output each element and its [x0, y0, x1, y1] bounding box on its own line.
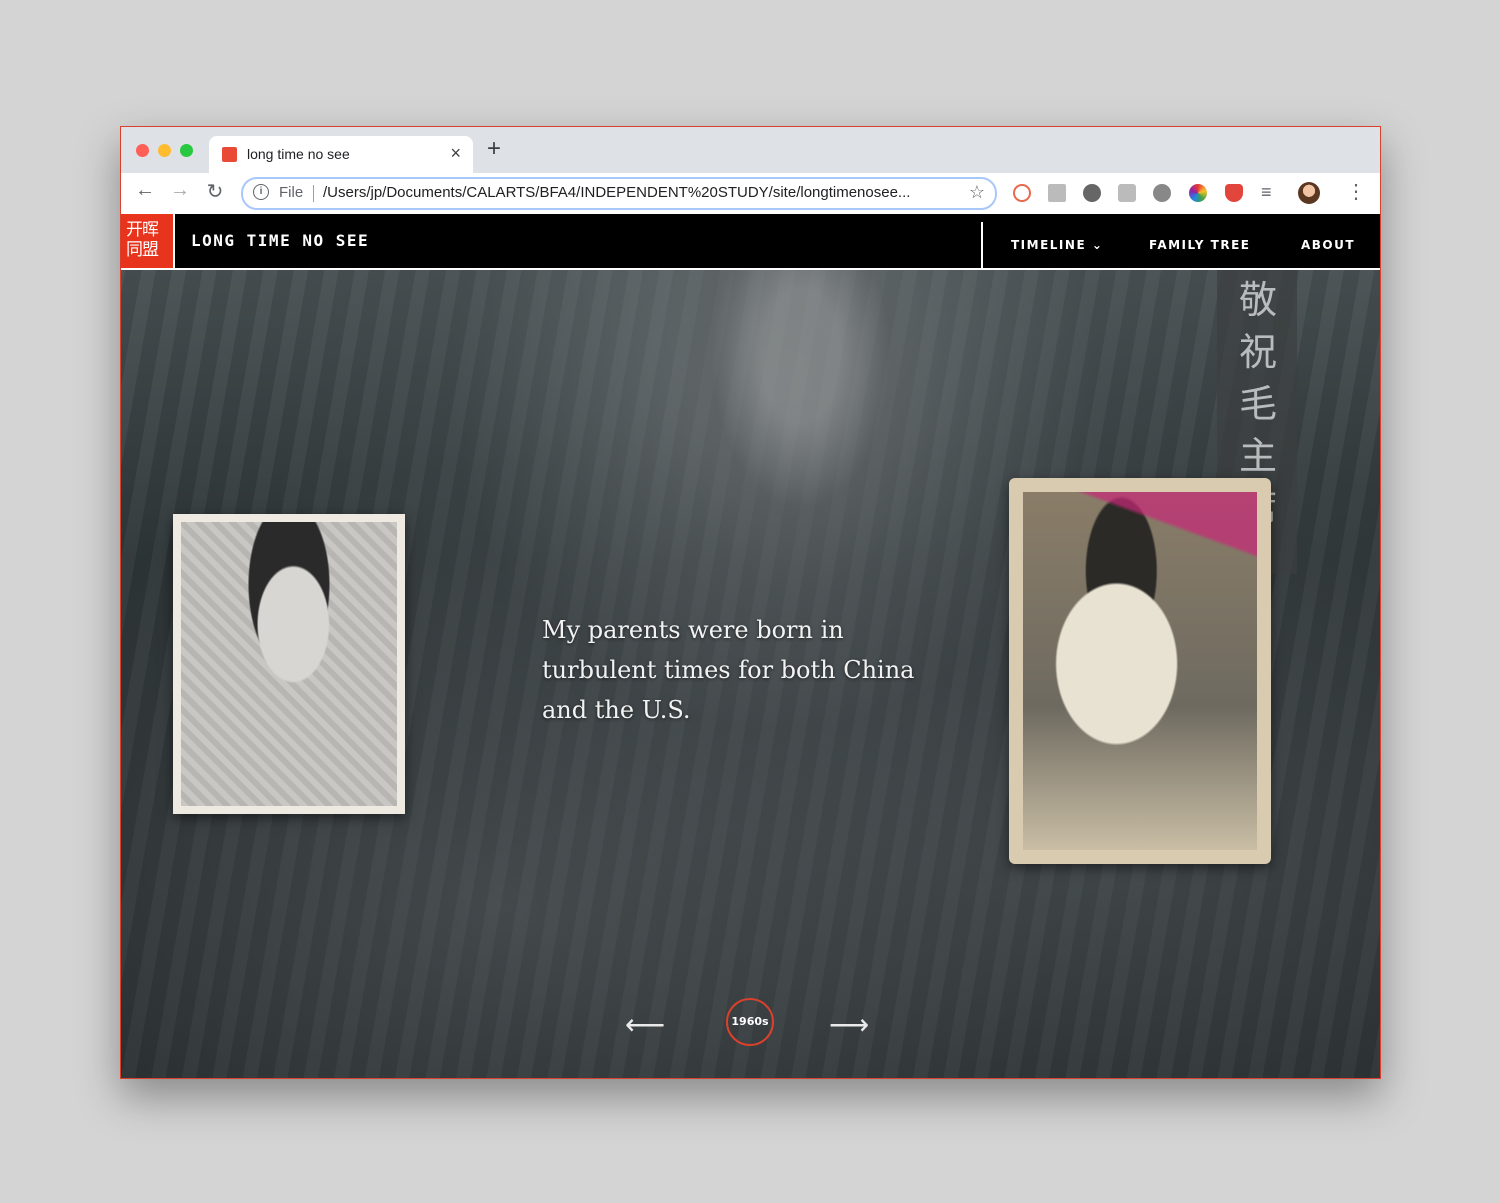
nav-family-tree[interactable]: FAMILY TREE [1149, 238, 1250, 252]
favicon-icon [222, 147, 237, 162]
nav-divider [981, 222, 983, 268]
address-prefix: File [279, 184, 304, 201]
url-text[interactable]: /Users/jp/Documents/CALARTS/BFA4/INDEPEN… [323, 184, 963, 201]
boy-photo [1009, 478, 1271, 864]
pinterest-extension-icon[interactable] [1083, 184, 1101, 202]
extension-icon-5[interactable] [1153, 184, 1171, 202]
address-bar[interactable]: i File /Users/jp/Documents/CALARTS/BFA4/… [241, 177, 997, 210]
reload-button[interactable]: ↻ [201, 179, 229, 204]
address-separator [313, 185, 314, 202]
page-viewport: 敬祝毛主席 开晖同盟 LONG TIME NO SEE TIMELINE ⌄ F… [121, 214, 1380, 1078]
site-title[interactable]: LONG TIME NO SEE [191, 231, 369, 250]
logo-divider [173, 214, 175, 268]
site-logo[interactable]: 开晖同盟 [121, 214, 173, 268]
back-button[interactable]: ← [131, 179, 159, 202]
tab-close-icon[interactable]: × [450, 143, 461, 164]
next-era-arrow-icon[interactable]: ⟶ [829, 1011, 869, 1039]
close-window-button[interactable] [136, 144, 149, 157]
minimize-window-button[interactable] [158, 144, 171, 157]
nav-about[interactable]: ABOUT [1301, 238, 1355, 252]
hero-text: My parents were born in turbulent times … [542, 616, 915, 724]
browser-menu-icon[interactable]: ⋮ [1346, 179, 1366, 204]
forward-button[interactable]: → [166, 179, 194, 202]
extension-icon-4[interactable] [1118, 184, 1136, 202]
browser-window: long time no see × + ← → ↻ i File /Users… [120, 126, 1381, 1079]
bookmark-star-icon[interactable]: ☆ [969, 182, 985, 203]
media-queue-icon[interactable]: ≡ [1261, 182, 1272, 203]
tab-title: long time no see [247, 146, 350, 162]
info-icon[interactable]: i [253, 184, 269, 200]
shield-extension-icon[interactable] [1225, 184, 1243, 202]
nav-timeline[interactable]: TIMELINE ⌄ [1011, 238, 1103, 252]
color-picker-extension-icon[interactable] [1189, 184, 1207, 202]
new-tab-button[interactable]: + [487, 137, 501, 161]
extension-icon-2[interactable] [1048, 184, 1066, 202]
boy-photo-image [1023, 492, 1257, 850]
site-navbar: 开晖同盟 LONG TIME NO SEE TIMELINE ⌄ FAMILY … [121, 214, 1380, 270]
prev-era-arrow-icon[interactable]: ⟵ [625, 1011, 665, 1039]
era-badge[interactable]: 1960s [726, 998, 774, 1046]
maximize-window-button[interactable] [180, 144, 193, 157]
baby-photo [173, 514, 405, 814]
baby-photo-image [181, 522, 397, 806]
browser-tab[interactable]: long time no see × [209, 136, 473, 173]
extension-icon-1[interactable] [1013, 184, 1031, 202]
profile-avatar[interactable] [1298, 182, 1320, 204]
logo-seal-text: 开晖同盟 [126, 220, 159, 260]
browser-toolbar: ← → ↻ i File /Users/jp/Documents/CALARTS… [121, 173, 1380, 214]
tab-bar: long time no see × + [121, 127, 1380, 173]
background-portrait [661, 254, 941, 594]
